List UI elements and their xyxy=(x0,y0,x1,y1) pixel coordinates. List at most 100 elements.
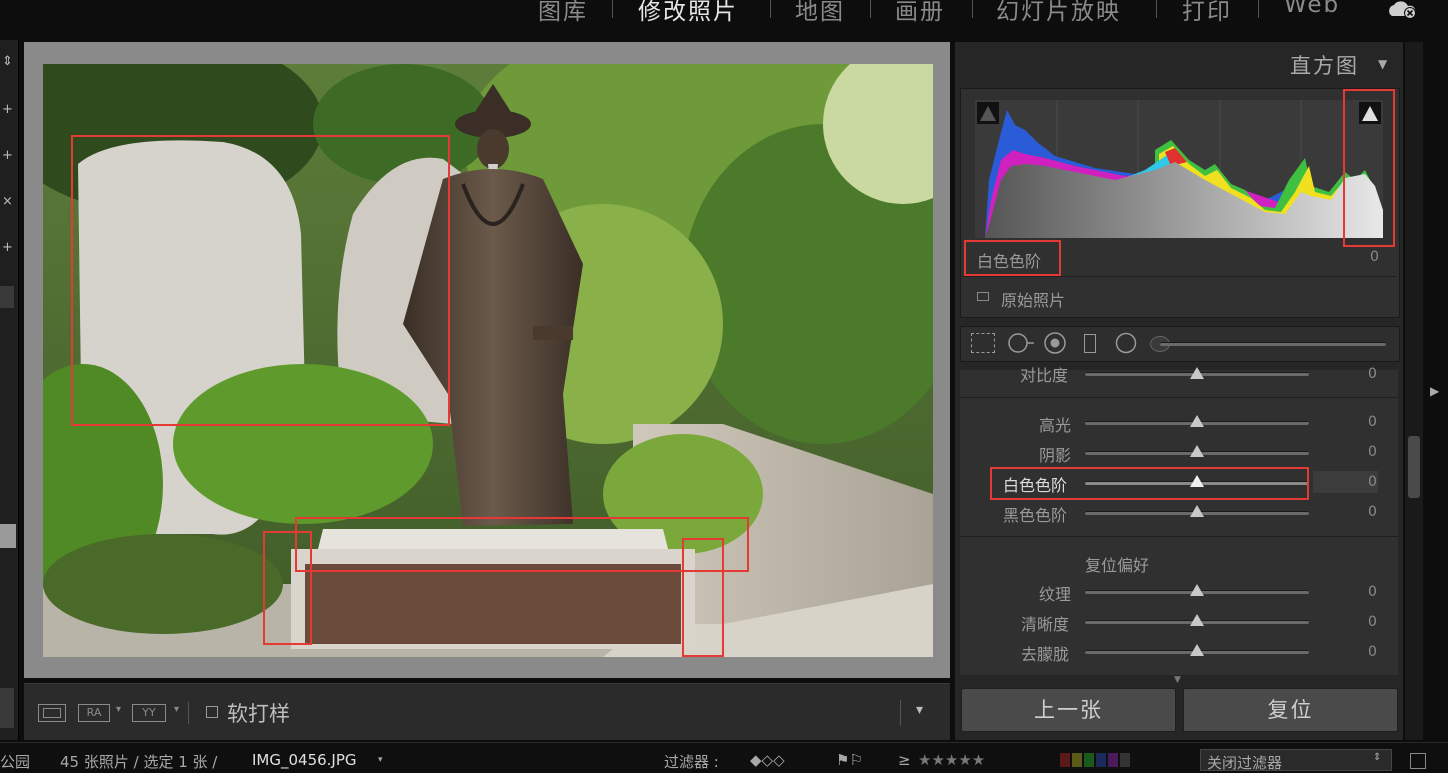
reset-button[interactable]: 复位 xyxy=(1183,688,1398,732)
divider xyxy=(960,397,1398,398)
scroll-arrows-icon[interactable]: ⇕ xyxy=(0,54,15,69)
blacks-label: 黑色色阶 xyxy=(1003,506,1068,525)
texture-value[interactable]: 0 xyxy=(1368,584,1377,600)
annotation-box xyxy=(263,531,312,645)
texture-label: 纹理 xyxy=(1039,585,1072,604)
histogram-collapse-icon[interactable]: ▼ xyxy=(1378,57,1387,71)
annotation-box xyxy=(1343,89,1395,247)
add-icon[interactable]: + xyxy=(0,240,15,255)
right-panel-collapse-icon[interactable]: ▶ xyxy=(1430,384,1439,398)
dehaze-slider-thumb[interactable] xyxy=(1190,644,1204,656)
scrollbar-thumb[interactable] xyxy=(1408,436,1420,498)
clarity-value[interactable]: 0 xyxy=(1368,614,1377,630)
original-photo-checkbox[interactable] xyxy=(977,292,989,301)
module-web[interactable]: Web xyxy=(1284,0,1340,18)
photo-count: 45 张照片 / 选定 1 张 / xyxy=(60,753,218,771)
contrast-value[interactable]: 0 xyxy=(1368,366,1377,382)
chevron-down-icon[interactable]: ▾ xyxy=(174,704,179,715)
filter-lock-icon[interactable] xyxy=(1410,753,1426,769)
contrast-label: 对比度 xyxy=(1020,366,1069,384)
module-separator xyxy=(770,0,771,18)
module-separator xyxy=(972,0,973,18)
blacks-value[interactable]: 0 xyxy=(1368,504,1377,520)
module-separator xyxy=(1156,0,1157,18)
loupe-view-icon[interactable] xyxy=(38,704,66,722)
graduated-filter-icon[interactable] xyxy=(1084,334,1096,353)
panel-scroll-down-icon[interactable]: ▼ xyxy=(1174,675,1181,685)
divider xyxy=(960,536,1398,537)
current-filename[interactable]: IMG_0456.JPG xyxy=(252,751,357,769)
whites-value[interactable]: 0 xyxy=(1368,474,1377,490)
module-develop[interactable]: 修改照片 xyxy=(638,0,738,26)
bottom-toolbar: RA ▾ YY ▾ 软打样 ▾ xyxy=(24,683,950,740)
previous-button[interactable]: 上一张 xyxy=(961,688,1176,732)
red-eye-tool-icon[interactable] xyxy=(1043,332,1067,354)
shadows-value[interactable]: 0 xyxy=(1368,444,1377,460)
module-separator xyxy=(870,0,871,18)
original-photo-label: 原始照片 xyxy=(1001,291,1066,310)
soft-proof-label: 软打样 xyxy=(227,702,290,726)
module-book[interactable]: 画册 xyxy=(895,0,945,26)
contrast-row: 对比度 0 xyxy=(960,362,1398,384)
pick-filter-icon[interactable]: ⚑⚐ xyxy=(836,751,863,769)
toolbar-divider xyxy=(900,700,901,726)
spot-removal-tool-icon[interactable] xyxy=(1007,332,1035,354)
left-panel-button[interactable] xyxy=(0,286,14,308)
rating-filter-stars[interactable]: ★★★★★ xyxy=(918,751,985,769)
left-panel-selected-item[interactable] xyxy=(0,524,16,548)
filter-preset-value: 关闭过滤器 xyxy=(1207,754,1283,772)
histogram-readout-value: 0 xyxy=(1370,249,1379,265)
crop-tool-icon[interactable] xyxy=(971,333,995,353)
add-icon[interactable]: + xyxy=(0,102,15,117)
histogram-graph[interactable] xyxy=(975,100,1383,238)
flag-filter-icon[interactable]: ◆◇◇ xyxy=(750,751,785,769)
adjustment-brush-slider[interactable] xyxy=(1160,342,1386,346)
module-slideshow[interactable]: 幻灯片放映 xyxy=(996,0,1121,26)
left-panel-button[interactable] xyxy=(0,688,14,728)
clarity-slider-thumb[interactable] xyxy=(1190,614,1204,626)
rating-operator-icon[interactable]: ≥ xyxy=(898,751,911,769)
filename-chevron-icon[interactable]: ▾ xyxy=(378,755,383,765)
shadows-label: 阴影 xyxy=(1039,446,1072,465)
module-separator xyxy=(1258,0,1259,18)
contrast-slider-thumb[interactable] xyxy=(1190,367,1204,379)
highlights-value[interactable]: 0 xyxy=(1368,414,1377,430)
module-print[interactable]: 打印 xyxy=(1182,0,1232,26)
toolbar-divider xyxy=(188,702,189,724)
highlights-slider-thumb[interactable] xyxy=(1190,415,1204,427)
color-label-filter[interactable] xyxy=(1060,753,1142,767)
annotation-box xyxy=(295,517,749,572)
texture-slider-thumb[interactable] xyxy=(1190,584,1204,596)
annotation-box xyxy=(990,467,1309,500)
filmstrip-status-bar: 公园 45 张照片 / 选定 1 张 / IMG_0456.JPG ▾ 过滤器 … xyxy=(0,742,1448,772)
left-panel-collapsed: ⇕ + + × + xyxy=(0,40,19,740)
divider xyxy=(962,276,1396,277)
close-icon[interactable]: × xyxy=(0,194,15,209)
filter-label: 过滤器 : xyxy=(664,753,719,771)
soft-proof-checkbox[interactable] xyxy=(206,706,218,718)
dehaze-label: 去朦胧 xyxy=(1021,645,1070,664)
before-after-split-icon[interactable]: YY xyxy=(132,704,166,722)
module-bar: 图库 修改照片 地图 画册 幻灯片放映 打印 Web xyxy=(0,0,1448,40)
annotation-box xyxy=(964,240,1061,276)
module-separator xyxy=(612,0,613,18)
histogram-title[interactable]: 直方图 xyxy=(1290,50,1359,80)
annotation-box xyxy=(71,135,450,426)
add-icon[interactable]: + xyxy=(0,148,15,163)
cloud-sync-icon[interactable] xyxy=(1386,0,1420,20)
radial-filter-icon[interactable] xyxy=(1114,332,1138,354)
chevron-down-icon[interactable]: ▾ xyxy=(116,704,121,715)
toolbar-menu-chevron-icon[interactable]: ▾ xyxy=(916,702,923,718)
blacks-slider-thumb[interactable] xyxy=(1190,505,1204,517)
clarity-label: 清晰度 xyxy=(1021,615,1070,634)
before-after-icon[interactable]: RA xyxy=(78,704,110,722)
presence-section-label[interactable]: 复位偏好 xyxy=(1085,552,1149,576)
folder-name[interactable]: 公园 xyxy=(0,751,30,772)
right-panel-scrollbar[interactable] xyxy=(1405,42,1423,740)
dehaze-value[interactable]: 0 xyxy=(1368,644,1377,660)
shadows-slider-thumb[interactable] xyxy=(1190,445,1204,457)
module-map[interactable]: 地图 xyxy=(795,0,845,26)
select-arrows-icon: ⇕ xyxy=(1373,752,1382,763)
module-library[interactable]: 图库 xyxy=(538,0,588,26)
annotation-box xyxy=(682,538,724,657)
